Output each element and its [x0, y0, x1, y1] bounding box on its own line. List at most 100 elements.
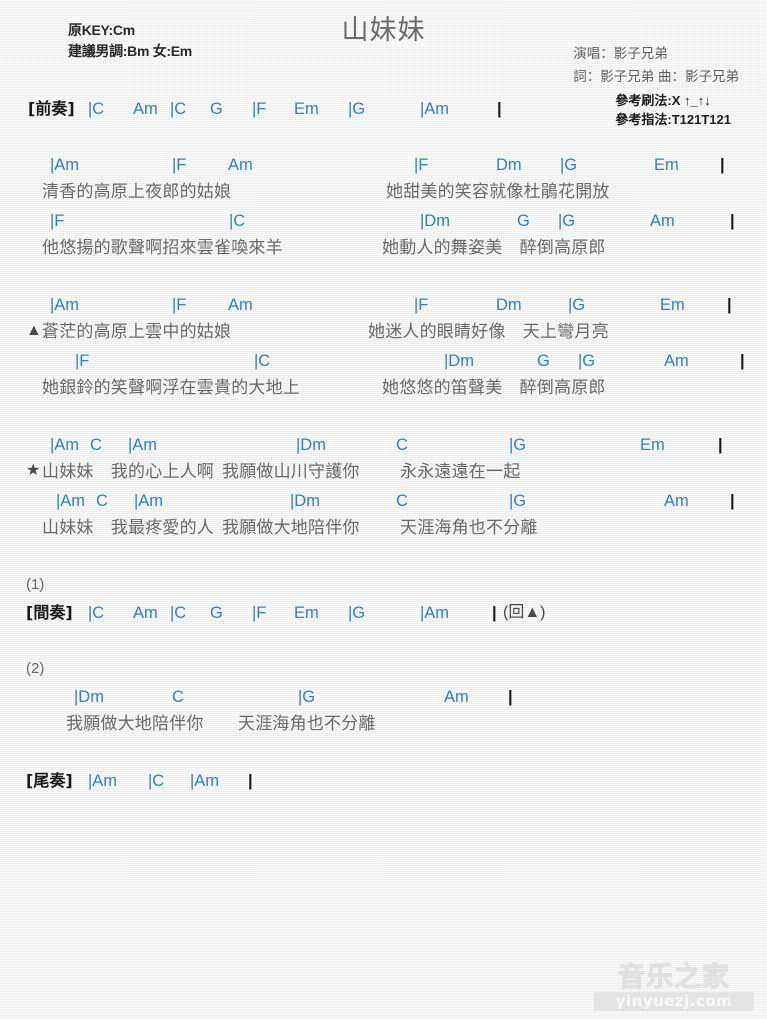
- repeat-note: (回▲): [503, 604, 546, 621]
- chord: Am: [133, 100, 158, 118]
- chord: C: [90, 436, 102, 454]
- chord: |C: [170, 604, 187, 622]
- bar-line: |: [248, 772, 253, 790]
- chord: |Am: [420, 100, 450, 118]
- chord: |G: [509, 436, 527, 454]
- chord: |F: [414, 296, 429, 314]
- chord: |Dm: [444, 352, 474, 370]
- chord: |F: [75, 352, 90, 370]
- ending-number-1: (1): [26, 576, 45, 593]
- chord: Em: [294, 100, 319, 118]
- chord: |Am: [56, 492, 86, 510]
- chord: |F: [172, 296, 187, 314]
- bar-line: |: [508, 688, 513, 706]
- chord: Am: [228, 156, 253, 174]
- chord: |Am: [190, 772, 220, 790]
- chord: |F: [414, 156, 429, 174]
- strum-reference: 參考刷法:X ↑_↑↓: [615, 93, 711, 108]
- chord: Em: [654, 156, 679, 174]
- chord: |G: [568, 296, 586, 314]
- bar-line: |: [492, 604, 497, 622]
- chord: |Am: [50, 156, 80, 174]
- lyric: 她甜美的笑容就像杜鵑花開放: [386, 182, 610, 202]
- chord: Dm: [496, 296, 522, 314]
- chord: |Dm: [420, 212, 450, 230]
- chord: |F: [252, 100, 267, 118]
- chord: |Am: [134, 492, 164, 510]
- chord: |G: [578, 352, 596, 370]
- chord: Am: [133, 604, 158, 622]
- chord: |Am: [50, 436, 80, 454]
- chord: |G: [348, 100, 366, 118]
- chord: |G: [558, 212, 576, 230]
- bar-line: |: [730, 492, 735, 510]
- chord: Am: [228, 296, 253, 314]
- chord: Am: [664, 352, 689, 370]
- bar-line: |: [727, 296, 732, 314]
- chord: |C: [88, 100, 105, 118]
- chord: |G: [298, 688, 316, 706]
- chord: Dm: [496, 156, 522, 174]
- chord: |Am: [50, 296, 80, 314]
- writer-credit: 詞：影子兄弟 曲：影子兄弟: [573, 69, 739, 84]
- chord: |C: [254, 352, 271, 370]
- chord: |Am: [128, 436, 158, 454]
- chord: C: [172, 688, 184, 706]
- chord: |F: [252, 604, 267, 622]
- lyric: 永永遠遠在一起: [400, 462, 521, 482]
- lyric: 蒼茫的高原上雲中的姑娘: [42, 322, 232, 342]
- chord: G: [210, 100, 223, 118]
- lyric: 我願做大地陪伴你 天涯海角也不分離: [66, 714, 376, 734]
- bar-line: |: [718, 436, 723, 454]
- lyric: 山妹妹 我的心上人啊: [42, 462, 214, 482]
- chord: |F: [172, 156, 187, 174]
- chord: Em: [660, 296, 685, 314]
- chord: |C: [229, 212, 246, 230]
- chord: |C: [148, 772, 165, 790]
- chord: |G: [560, 156, 578, 174]
- chord: |C: [170, 100, 187, 118]
- chord: G: [210, 604, 223, 622]
- bar-line: |: [730, 212, 735, 230]
- lyric: 清香的高原上夜郎的姑娘: [42, 182, 232, 202]
- playing-reference-block: 參考刷法:X ↑_↑↓ 參考指法:T121T121: [615, 91, 731, 129]
- watermark-logo-text: 音乐之家: [618, 962, 730, 993]
- chord: Em: [294, 604, 319, 622]
- chord: Am: [444, 688, 469, 706]
- chord: |Dm: [290, 492, 320, 510]
- lyric: 她悠悠的笛聲美 醉倒高原郎: [382, 378, 606, 398]
- lyric: 她迷人的眼睛好像 天上彎月亮: [368, 322, 609, 342]
- singer-credit: 演唱：影子兄弟: [573, 46, 668, 61]
- section-label-interlude: [間奏]: [26, 603, 73, 622]
- lyric: 我願做大地陪伴你: [222, 518, 360, 538]
- bar-line: |: [497, 100, 502, 118]
- bar-line: |: [720, 156, 725, 174]
- chord: |Am: [88, 772, 118, 790]
- chord: Am: [650, 212, 675, 230]
- chorus-marker: ★: [26, 462, 41, 479]
- watermark-url: yinyuezj.com: [594, 992, 754, 1011]
- chord: |Dm: [296, 436, 326, 454]
- chord: |Am: [420, 604, 450, 622]
- lyric: 她動人的舞姿美 醉倒高原郎: [382, 238, 606, 258]
- chord: |C: [88, 604, 105, 622]
- lyric: 她銀鈴的笑聲啊浮在雲貴的大地上: [42, 378, 300, 398]
- lyric: 天涯海角也不分離: [400, 518, 538, 538]
- section-label-outro: [尾奏]: [26, 771, 73, 790]
- chord: |G: [509, 492, 527, 510]
- credits-block: 演唱：影子兄弟 詞：影子兄弟 曲：影子兄弟: [573, 42, 739, 88]
- chord: C: [396, 436, 408, 454]
- site-watermark: 音乐之家 yinyuezj.com: [594, 963, 754, 1015]
- chord: Em: [640, 436, 665, 454]
- chord: |G: [348, 604, 366, 622]
- chord-sheet: 原KEY:Cm 建議男調:Bm 女:Em 山妹妹 演唱：影子兄弟 詞：影子兄弟 …: [0, 0, 767, 1019]
- chord: |Dm: [74, 688, 104, 706]
- fingerstyle-reference: 參考指法:T121T121: [615, 112, 731, 127]
- lyric: 我願做山川守護你: [222, 462, 360, 482]
- chord: |F: [50, 212, 65, 230]
- chord: G: [537, 352, 550, 370]
- chord: G: [517, 212, 530, 230]
- bar-line: |: [740, 352, 745, 370]
- chord: C: [96, 492, 108, 510]
- verse2-marker: ▲: [26, 322, 42, 339]
